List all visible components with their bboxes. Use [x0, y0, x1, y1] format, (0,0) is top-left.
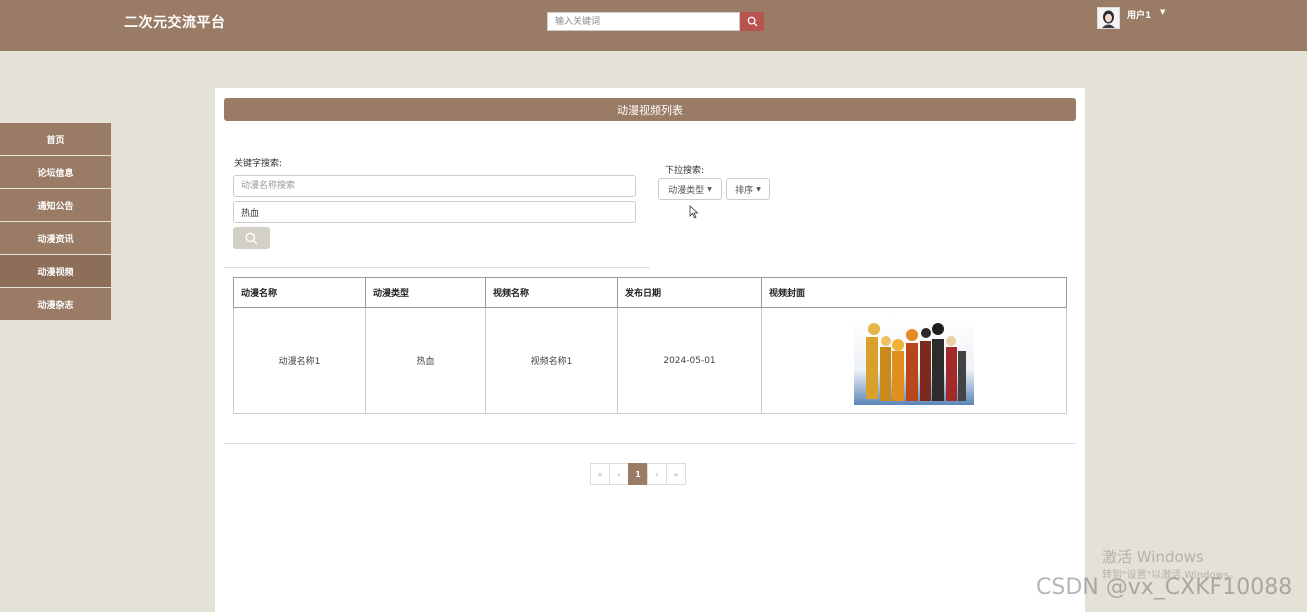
user-avatar[interactable] — [1097, 7, 1120, 29]
cell-video-cover — [761, 307, 1067, 414]
pagination-last[interactable]: » — [666, 463, 686, 485]
col-anime-type: 动漫类型 — [365, 277, 486, 308]
search-icon — [747, 16, 758, 27]
pagination-page-current[interactable]: 1 — [628, 463, 648, 485]
header-search-button[interactable] — [740, 12, 764, 31]
divider — [224, 443, 1076, 444]
table-header-row: 动漫名称 动漫类型 视频名称 发布日期 视频封面 — [233, 277, 1067, 308]
header-search-input[interactable] — [547, 12, 740, 31]
table-row[interactable]: 动漫名称1 热血 视频名称1 2024-05-01 — [233, 307, 1067, 414]
caret-down-icon: ▼ — [707, 185, 712, 193]
col-video-cover: 视频封面 — [761, 277, 1067, 308]
page-title: 动漫视频列表 — [224, 98, 1076, 121]
sidebar-item-magazine[interactable]: 动漫杂志 — [0, 288, 111, 321]
video-table-wrap: 动漫名称 动漫类型 视频名称 发布日期 视频封面 动漫名称1 热血 视频名称1 … — [233, 277, 1067, 414]
cell-release-date: 2024-05-01 — [617, 307, 762, 414]
header-search — [547, 12, 764, 31]
windows-activation-title: 激活 Windows — [1102, 548, 1204, 566]
user-name[interactable]: 用户1 — [1127, 8, 1151, 21]
anime-name-search-input[interactable] — [233, 175, 636, 197]
sidebar-item-videos[interactable]: 动漫视频 — [0, 255, 111, 288]
keyword-search-button[interactable] — [233, 227, 270, 249]
sidebar-item-forum[interactable]: 论坛信息 — [0, 156, 111, 189]
top-header: 二次元交流平台 用户1 ▼ — [0, 0, 1307, 51]
sidebar-item-news[interactable]: 动漫资讯 — [0, 222, 111, 255]
anime-type-search-input[interactable] — [233, 201, 636, 223]
video-table: 动漫名称 动漫类型 视频名称 发布日期 视频封面 动漫名称1 热血 视频名称1 … — [233, 277, 1067, 414]
pagination-prev[interactable]: ‹ — [609, 463, 629, 485]
anime-type-dropdown-label: 动漫类型 — [668, 185, 705, 196]
col-anime-name: 动漫名称 — [233, 277, 366, 308]
csdn-watermark: CSDN @vx_CXKF10088 — [1036, 575, 1293, 600]
sort-dropdown[interactable]: 排序 ▼ — [726, 178, 770, 200]
mouse-cursor-icon — [689, 205, 699, 219]
site-brand[interactable]: 二次元交流平台 — [124, 12, 226, 32]
keyword-search-label: 关键字搜索: — [234, 159, 283, 169]
sidebar-item-notice[interactable]: 通知公告 — [0, 189, 111, 222]
caret-down-icon: ▼ — [756, 185, 761, 193]
cell-anime-type: 热血 — [365, 307, 486, 414]
anime-type-dropdown[interactable]: 动漫类型 ▼ — [658, 178, 722, 200]
cell-video-name: 视频名称1 — [485, 307, 618, 414]
avatar-icon — [1098, 8, 1119, 28]
divider — [224, 267, 650, 268]
pagination-next[interactable]: › — [647, 463, 667, 485]
cell-anime-name: 动漫名称1 — [233, 307, 366, 414]
chevron-down-icon[interactable]: ▼ — [1160, 8, 1165, 16]
pagination-first[interactable]: « — [590, 463, 610, 485]
sidebar-nav: 首页 论坛信息 通知公告 动漫资讯 动漫视频 动漫杂志 — [0, 123, 111, 321]
main-card: 动漫视频列表 关键字搜索: 下拉搜索: 动漫类型 ▼ 排序 ▼ 动漫名称 动漫类… — [215, 88, 1085, 612]
pagination: « ‹ 1 › » — [590, 463, 686, 485]
dropdown-search-label: 下拉搜索: — [665, 166, 705, 176]
search-icon — [245, 232, 258, 244]
sort-dropdown-label: 排序 — [735, 185, 754, 196]
col-video-name: 视频名称 — [485, 277, 618, 308]
sidebar-item-home[interactable]: 首页 — [0, 123, 111, 156]
video-cover-image[interactable] — [854, 316, 974, 405]
col-release-date: 发布日期 — [617, 277, 762, 308]
